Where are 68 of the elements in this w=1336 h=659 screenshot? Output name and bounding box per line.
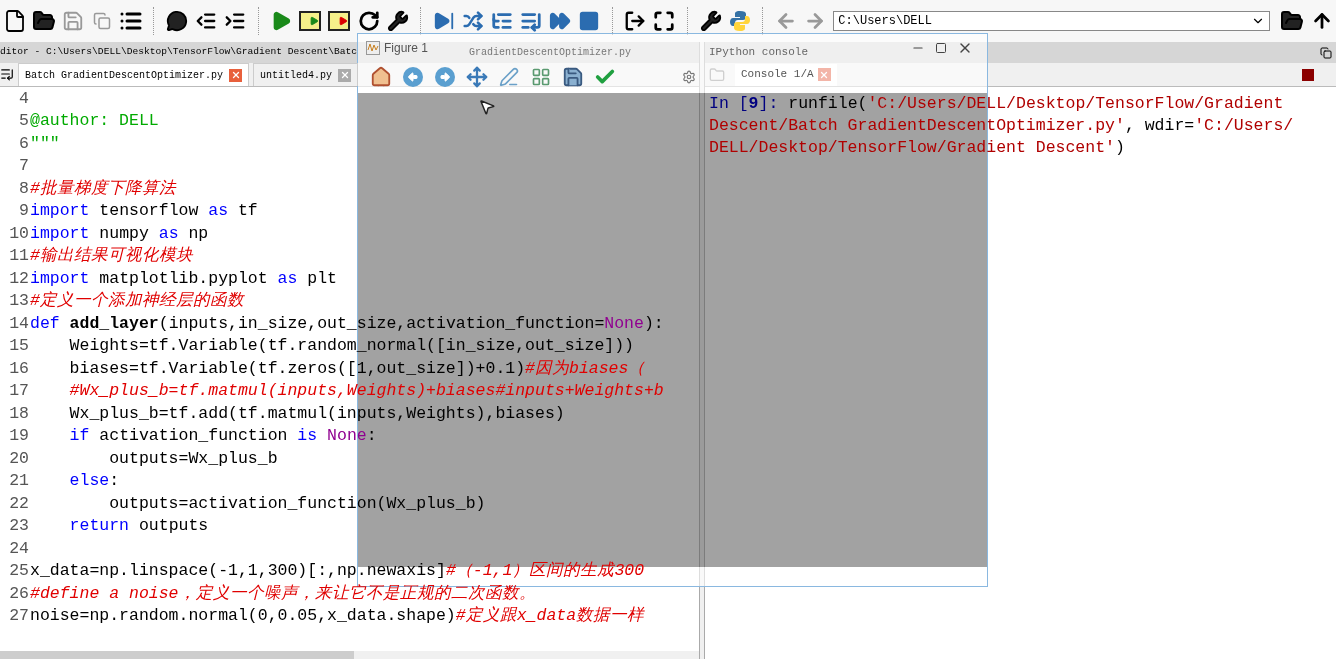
run-config-icon[interactable] — [385, 8, 411, 34]
console-pane-title: IPython console — [709, 45, 809, 61]
python-logo-icon[interactable] — [727, 8, 753, 34]
undock-icon — [1320, 46, 1332, 59]
line-number: 13 — [8, 290, 30, 313]
editor-title: GradientDescentOptimizer.py — [468, 46, 631, 60]
line-number: 24 — [8, 537, 30, 560]
run-cell-icon[interactable] — [297, 8, 323, 34]
code-line: Wx_plus_b=tf.add(tf.matmul(inputs,Weights),biases) — [68, 402, 565, 425]
settings-icon — [682, 70, 696, 84]
fullscreen-icon[interactable] — [651, 8, 677, 34]
maximize-icon[interactable] — [935, 41, 947, 54]
line-number: 11 — [8, 245, 30, 268]
code-line: outputs=activation_function(Wx_plus_b) — [108, 492, 486, 515]
code-line: noise=np.random.normal(0,0.05,x_data.shape)#定义跟x_data数据一样 — [30, 605, 645, 628]
line-number: 15 — [8, 335, 30, 358]
line-number: 12 — [8, 267, 30, 290]
line-number: 27 — [8, 605, 30, 628]
comment-icon[interactable] — [164, 8, 190, 34]
line-number: 6 — [18, 132, 30, 155]
line-number: 7 — [18, 155, 30, 178]
code-line: x_data=np.linspace(-1,1,300)[:,np.newaxis]#（-1,1）区间的生成300 — [30, 560, 645, 583]
path-combobox[interactable]: C:\Users\DELL — [833, 11, 1270, 31]
editor-tab[interactable]: Batch GradientDescentOptimizer.py — [18, 63, 250, 86]
line-number: 16 — [8, 357, 30, 380]
cursor-icon — [478, 98, 496, 116]
line-number: 25 — [8, 560, 30, 583]
code-line: outputs=Wx_plus_b — [108, 447, 278, 470]
code-line: """ — [30, 132, 60, 155]
line-number: 22 — [8, 492, 30, 515]
code-line: return outputs — [68, 515, 209, 538]
line-number: 20 — [8, 447, 30, 470]
code-line: Weights=tf.Variable(tf.random_normal([in_size,out_size])) — [68, 335, 634, 358]
code-line: import tensorflow as tf — [30, 200, 258, 223]
line-number: 5 — [18, 110, 30, 133]
line-number: 8 — [18, 177, 30, 200]
code-line: import matplotlib.pyplot as plt — [30, 267, 337, 290]
code-line: #输出结果可视化模块 — [30, 245, 193, 268]
rerun-icon[interactable] — [356, 8, 382, 34]
figure-title: Figure 1 — [384, 39, 429, 57]
code-line: #批量梯度下降算法 — [30, 177, 176, 200]
move-icon[interactable] — [464, 64, 490, 90]
code-line: @author: DELL — [30, 110, 159, 133]
console-tab[interactable]: Console 1/A — [735, 63, 837, 86]
line-number: 4 — [18, 87, 30, 110]
editor-tab[interactable]: untitled4.py — [253, 63, 359, 86]
folder-icon — [709, 66, 725, 83]
horizontal-scrollbar[interactable] — [0, 651, 354, 659]
code-line: else: — [68, 470, 120, 493]
close-tab-icon[interactable] — [229, 68, 243, 82]
code-line: import numpy as np — [30, 222, 209, 245]
line-number: 10 — [8, 222, 30, 245]
stop-kernel-icon[interactable] — [1302, 68, 1314, 81]
code-line: biases=tf.Variable(tf.zeros([1,out_size])+0.1)#因为biases（ — [68, 357, 646, 380]
line-number: 14 — [8, 312, 30, 335]
line-number: 21 — [8, 470, 30, 493]
tab-menu-icon — [0, 67, 14, 81]
editor-title: ditor - C:\Users\DELL\Desktop\TensorFlow\Gradient Descent\Batc — [0, 45, 357, 60]
line-number: 23 — [8, 515, 30, 538]
code-line: if activation_function is None: — [68, 425, 377, 448]
line-number: 19 — [8, 425, 30, 448]
code-line: #定义一个添加神经层的函数 — [30, 290, 244, 313]
line-number: 26 — [8, 582, 30, 605]
line-number: 17 — [8, 380, 30, 403]
line-number: 9 — [18, 200, 30, 223]
line-number: 18 — [8, 402, 30, 425]
code-line: #define a noise，定义一个噪声，来让它不是正规的二次函数。 — [30, 582, 536, 605]
run-cell-advance-icon[interactable] — [326, 8, 353, 34]
